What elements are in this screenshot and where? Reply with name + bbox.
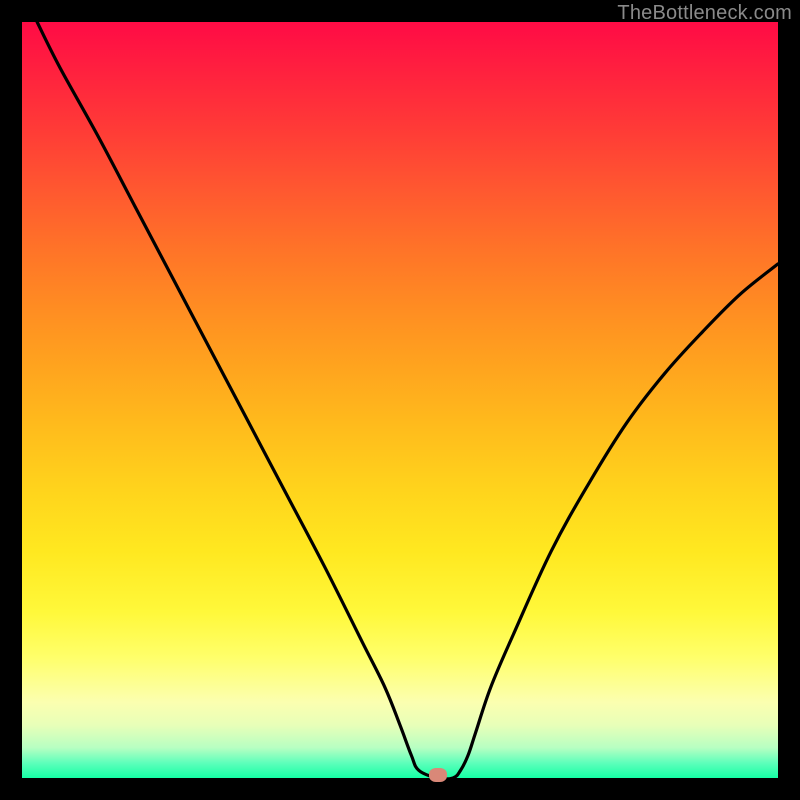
plot-area [22, 22, 778, 778]
minimum-marker [429, 768, 447, 782]
curve-svg [22, 22, 778, 778]
bottleneck-curve [37, 22, 778, 779]
watermark-text: TheBottleneck.com [617, 2, 792, 25]
chart-frame: TheBottleneck.com [0, 0, 800, 800]
